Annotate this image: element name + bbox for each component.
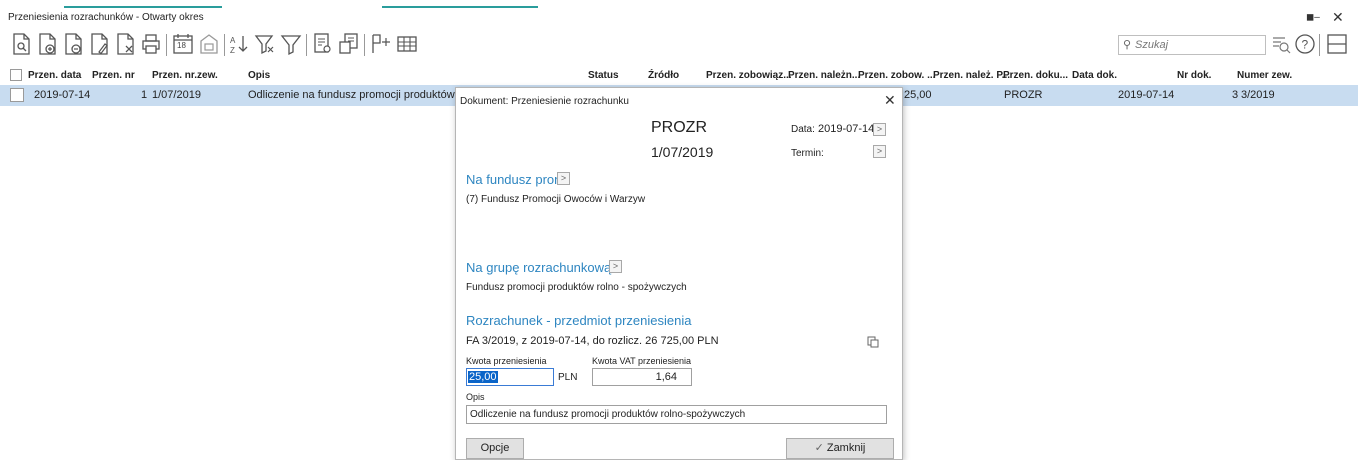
pin-icon[interactable]: ◼–: [1306, 12, 1320, 23]
copy-document-icon[interactable]: [62, 32, 84, 56]
cell-przen-doku: PROZR: [1004, 89, 1043, 101]
archive-icon[interactable]: [198, 32, 220, 56]
close-button[interactable]: ✓ Zamknij: [786, 438, 894, 459]
delete-document-icon[interactable]: [114, 32, 136, 56]
tab-indicator: [64, 6, 222, 8]
settlement-heading: Rozrachunek - przedmiot przeniesienia: [466, 313, 692, 328]
vat-input[interactable]: 1,64: [592, 368, 692, 386]
fund-value: (7) Fundusz Promocji Owoców i Warzyw: [466, 194, 646, 205]
toolbar-separator: [306, 34, 307, 56]
group-value: Fundusz promocji produktów rolno - spoży…: [466, 282, 687, 293]
amount-currency: PLN: [558, 372, 578, 383]
toolbar-separator: [224, 34, 225, 56]
add-document-icon[interactable]: [36, 32, 58, 56]
export-icon[interactable]: [338, 32, 360, 56]
term-picker-button[interactable]: >: [873, 145, 886, 158]
column-header[interactable]: Przen. należn...: [788, 70, 860, 81]
amount-input[interactable]: 25,00: [466, 368, 554, 386]
vat-value: 1,64: [655, 371, 677, 383]
svg-text:A: A: [230, 36, 236, 45]
svg-text:Z: Z: [230, 46, 235, 55]
advanced-search-icon[interactable]: [1270, 32, 1292, 56]
column-header[interactable]: Status: [588, 70, 619, 81]
desc-value: Odliczenie na fundusz promocji produktów…: [470, 409, 746, 420]
edit-document-icon[interactable]: [88, 32, 110, 56]
date-label: Data:: [791, 124, 815, 135]
column-header[interactable]: Przen. nr.zew.: [152, 70, 218, 81]
new-document-icon[interactable]: [10, 32, 32, 56]
cell-przen-zobow: 25,00: [904, 89, 932, 101]
layout-icon[interactable]: [1326, 32, 1348, 56]
print-icon[interactable]: [140, 32, 162, 56]
cell-numer-zew: 3/2019: [1241, 89, 1275, 101]
close-icon[interactable]: ✕: [1332, 9, 1344, 26]
sort-az-icon[interactable]: AZ: [228, 32, 250, 56]
search-icon: ⚲: [1123, 39, 1132, 51]
title-bar: Przeniesienia rozrachunków - Otwarty okr…: [0, 0, 1358, 28]
cell-data-dok: 2019-07-14: [1118, 89, 1175, 101]
filter-icon[interactable]: [280, 32, 302, 56]
amount-value: 25,00: [468, 371, 498, 383]
column-header[interactable]: Przen. zobow. ...: [858, 70, 935, 81]
window-title: Przeniesienia rozrachunków - Otwarty okr…: [8, 12, 204, 23]
settlement-value: FA 3/2019, z 2019-07-14, do rozlicz. 26 …: [466, 335, 719, 347]
group-heading[interactable]: Na grupę rozrachunkową:: [466, 260, 615, 275]
column-header[interactable]: Opis: [248, 70, 270, 81]
amount-label: Kwota przeniesienia: [466, 356, 547, 366]
group-select-button[interactable]: >: [609, 260, 622, 273]
document-dialog: Dokument: Przeniesienie rozrachunku ✕ PR…: [455, 87, 903, 460]
cell-nr: 1: [141, 89, 148, 101]
row-checkbox[interactable]: [10, 88, 24, 102]
search-input[interactable]: [1135, 37, 1263, 53]
column-header[interactable]: Data dok.: [1072, 70, 1117, 81]
desc-label: Opis: [466, 392, 485, 402]
preview-icon[interactable]: [312, 32, 334, 56]
date-value[interactable]: 2019-07-14: [818, 123, 874, 135]
doc-number: 1/07/2019: [651, 144, 714, 160]
column-header[interactable]: Źródło: [648, 70, 679, 81]
column-header[interactable]: Nr dok.: [1177, 70, 1211, 81]
tab-indicator-2: [382, 6, 538, 8]
date-picker-button[interactable]: >: [873, 123, 886, 136]
select-all-checkbox[interactable]: [10, 69, 22, 81]
filter-clear-icon[interactable]: [254, 32, 276, 56]
toolbar-separator: [364, 34, 365, 56]
fund-select-button[interactable]: >: [557, 172, 570, 185]
search-box[interactable]: ⚲: [1118, 35, 1266, 55]
vat-label: Kwota VAT przeniesienia: [592, 356, 692, 366]
calendar-day: 18: [177, 41, 186, 50]
dialog-title: Dokument: Przeniesienie rozrachunku: [460, 96, 629, 107]
column-header[interactable]: Numer zew.: [1237, 70, 1292, 81]
columns-icon[interactable]: [370, 32, 392, 56]
svg-text:?: ?: [1302, 38, 1309, 52]
help-icon[interactable]: ?: [1294, 32, 1316, 56]
fund-heading[interactable]: Na fundusz pron: [466, 172, 561, 187]
options-button[interactable]: Opcje: [466, 438, 524, 459]
doc-type: PROZR: [651, 119, 707, 136]
cell-nr-zew: 1/07/2019: [152, 89, 201, 101]
close-button-label: Zamknij: [826, 442, 866, 454]
column-header[interactable]: Przen. zobowiąz...: [706, 70, 792, 81]
grid-header: Przen. data Przen. nr Przen. nr.zew. Opi…: [0, 64, 1358, 84]
cell-nr-dok: 3: [1232, 89, 1239, 101]
column-header[interactable]: Przen. nr: [92, 70, 135, 81]
grid-icon[interactable]: [396, 32, 418, 56]
settlement-details-icon[interactable]: [867, 336, 879, 348]
desc-input[interactable]: Odliczenie na fundusz promocji produktów…: [466, 405, 887, 424]
toolbar-separator: [166, 34, 167, 56]
column-header[interactable]: Przen. data: [28, 70, 81, 81]
column-header[interactable]: Przen. należ. P...: [933, 70, 1010, 81]
cell-opis: Odliczenie na fundusz promocji produktów…: [248, 89, 462, 101]
cell-date: 2019-07-14: [34, 89, 91, 101]
check-icon: ✓: [814, 442, 824, 454]
toolbar-separator: [1319, 34, 1320, 56]
calendar-icon[interactable]: 18: [172, 32, 194, 56]
dialog-close-icon[interactable]: ✕: [884, 92, 896, 109]
column-header[interactable]: Przen. doku...: [1003, 70, 1068, 81]
term-label: Termin:: [791, 148, 824, 159]
